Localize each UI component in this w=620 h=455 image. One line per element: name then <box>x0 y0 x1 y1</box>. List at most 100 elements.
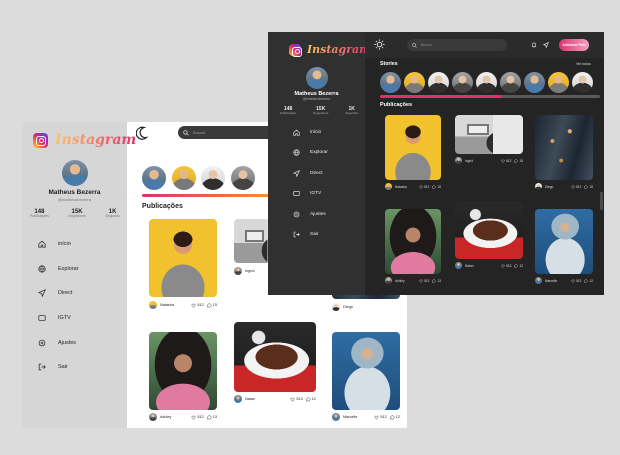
nav-label: Explorar <box>310 150 328 156</box>
comment-count[interactable]: 15 <box>514 159 523 163</box>
sun-icon[interactable] <box>374 39 385 50</box>
post-user: Natasha <box>385 183 407 190</box>
dark-post-card[interactable]: Ashley 512 13 <box>385 209 441 284</box>
nav-item-settings[interactable]: Ajustes <box>38 330 118 355</box>
like-count[interactable]: 512 <box>571 185 581 189</box>
story-avatar[interactable] <box>500 72 521 93</box>
light-post-card[interactable]: Ashley 512 13 <box>149 332 217 421</box>
stat-label: Publicações <box>280 111 297 116</box>
story-avatar[interactable] <box>428 72 449 93</box>
story-avatar[interactable] <box>201 166 225 190</box>
dark-post-card[interactable]: Diego 512 15 <box>535 115 593 190</box>
nav-item-logout[interactable]: Sair <box>293 225 363 246</box>
post-user: Diego <box>535 183 553 190</box>
post-user: Marcelle <box>535 277 557 284</box>
post-reactions: 512 15 <box>191 303 217 308</box>
nav-item-explore[interactable]: Explorar <box>38 257 118 282</box>
dark-logo[interactable]: Instagram <box>289 43 371 57</box>
light-post-card[interactable]: Natan 513 12 <box>234 322 316 403</box>
post-user: Diego <box>332 303 353 311</box>
comment-count[interactable]: 12 <box>514 264 523 268</box>
nav-label: Sair <box>58 364 68 371</box>
scrollbar-thumb[interactable] <box>600 192 603 210</box>
post-image[interactable] <box>332 332 400 410</box>
comment-count[interactable]: 13 <box>207 415 217 420</box>
nav-item-direct[interactable]: Direct <box>38 281 118 306</box>
profile-avatar[interactable] <box>305 67 328 89</box>
like-count[interactable]: 512 <box>501 159 511 163</box>
like-count[interactable]: 512 <box>191 303 204 308</box>
post-image[interactable] <box>234 322 316 392</box>
comment-count[interactable]: 15 <box>207 303 217 308</box>
nav-item-explore[interactable]: Explorar <box>293 143 363 164</box>
like-count[interactable]: 512 <box>571 279 581 283</box>
comments-value: 13 <box>437 278 441 283</box>
light-post-card[interactable]: Natasha 512 15 <box>149 219 217 309</box>
comment-icon <box>584 184 588 189</box>
story-avatar[interactable] <box>380 72 401 93</box>
nav-item-igtv[interactable]: IGTV <box>293 184 363 205</box>
see-all-link[interactable]: Ver todos <box>576 62 591 66</box>
comment-icon <box>432 184 436 189</box>
post-meta: Natan 513 12 <box>455 262 523 269</box>
like-count[interactable]: 513 <box>290 397 303 402</box>
like-count[interactable]: 512 <box>191 415 204 420</box>
profile-avatar[interactable] <box>61 160 88 186</box>
comment-count[interactable]: 15 <box>432 185 441 189</box>
post-image[interactable] <box>535 115 593 180</box>
dark-post-card[interactable]: Natasha 512 15 <box>385 115 441 190</box>
comment-count[interactable]: 12 <box>390 415 400 420</box>
like-count[interactable]: 512 <box>419 185 429 189</box>
post-image[interactable] <box>455 202 523 259</box>
comment-count[interactable]: 15 <box>584 185 593 189</box>
post-reactions: 512 12 <box>374 415 400 420</box>
light-search-bar[interactable]: Buscar <box>178 126 278 139</box>
post-image[interactable] <box>149 332 217 410</box>
nav-item-settings[interactable]: Ajustes <box>293 204 363 225</box>
dark-post-card[interactable]: Ingrid 512 15 <box>455 115 523 164</box>
story-avatar[interactable] <box>404 72 425 93</box>
stat-followers: 15K Seguidores <box>68 209 86 219</box>
post-image[interactable] <box>535 209 593 274</box>
comment-count[interactable]: 12 <box>584 279 593 283</box>
post-username: Marcelle <box>545 278 558 283</box>
post-user-avatar <box>234 267 242 275</box>
add-post-button[interactable]: Adicionar Post <box>559 39 589 51</box>
like-count[interactable]: 512 <box>374 415 387 420</box>
comment-count[interactable]: 12 <box>306 397 316 402</box>
comment-count[interactable]: 13 <box>432 279 441 283</box>
post-image[interactable] <box>385 115 441 180</box>
post-image[interactable] <box>149 219 217 297</box>
likes-value: 512 <box>424 278 430 283</box>
moon-icon[interactable] <box>136 126 148 140</box>
nav-label: Ajustes <box>310 211 326 217</box>
comments-value: 15 <box>437 184 441 189</box>
nav-item-home[interactable]: início <box>293 122 363 143</box>
nav-item-logout[interactable]: Sair <box>38 355 118 380</box>
light-logo[interactable]: Instagram <box>33 132 136 148</box>
bell-icon[interactable] <box>531 42 537 48</box>
like-count[interactable]: 512 <box>419 279 429 283</box>
post-meta: Natasha 512 15 <box>385 183 441 190</box>
post-image[interactable] <box>385 209 441 274</box>
nav-item-home[interactable]: início <box>38 232 118 257</box>
post-image[interactable] <box>455 115 523 154</box>
likes-value: 512 <box>424 184 430 189</box>
dark-search-bar[interactable]: Buscar <box>407 39 507 51</box>
like-count[interactable]: 513 <box>501 264 511 268</box>
nav-item-igtv[interactable]: IGTV <box>38 306 118 331</box>
story-avatar[interactable] <box>524 72 545 93</box>
story-avatar[interactable] <box>230 166 255 190</box>
story-avatar[interactable] <box>171 166 196 190</box>
story-avatar[interactable] <box>476 72 497 93</box>
story-avatar[interactable] <box>142 166 166 190</box>
send-icon[interactable] <box>543 42 549 48</box>
nav-item-direct[interactable]: Direct <box>293 163 363 184</box>
comment-icon <box>514 263 518 268</box>
dark-post-card[interactable]: Marcelle 512 12 <box>535 209 593 284</box>
story-avatar[interactable] <box>452 72 473 93</box>
light-post-card[interactable]: Marcelle 512 12 <box>332 332 400 421</box>
story-avatar[interactable] <box>548 72 569 93</box>
dark-post-card[interactable]: Natan 513 12 <box>455 202 523 269</box>
story-avatar[interactable] <box>572 72 593 93</box>
